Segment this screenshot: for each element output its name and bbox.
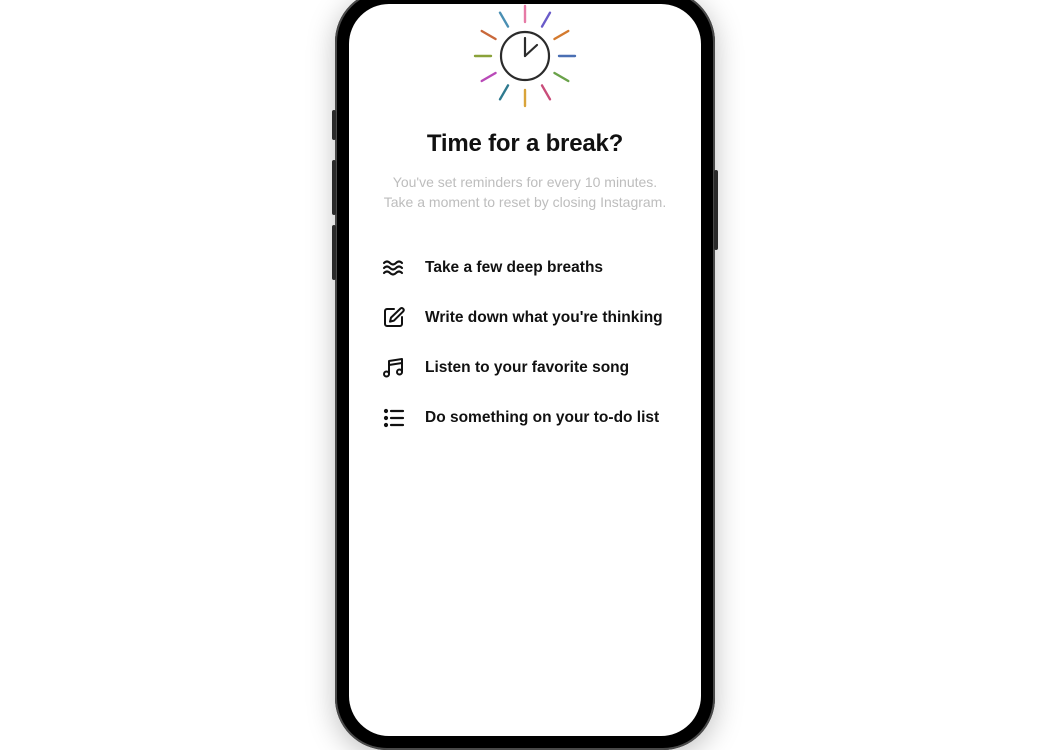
suggestion-label: Do something on your to-do list <box>425 409 659 427</box>
suggestions-list: Take a few deep breaths Write down what … <box>377 255 673 431</box>
suggestion-row-todo: Do something on your to-do list <box>381 405 673 431</box>
write-icon <box>381 305 407 331</box>
subtitle-line-1: You've set reminders for every 10 minute… <box>393 174 657 190</box>
phone-power-button <box>714 170 718 250</box>
phone-volume-up-button <box>332 160 336 215</box>
breath-icon <box>381 255 407 281</box>
suggestion-row-breath: Take a few deep breaths <box>381 255 673 281</box>
page-subtitle: You've set reminders for every 10 minute… <box>384 172 666 213</box>
suggestion-label: Take a few deep breaths <box>425 259 603 277</box>
phone-frame: Time for a break? You've set reminders f… <box>335 0 715 750</box>
clock-burst-icon <box>460 4 590 121</box>
phone-side-button <box>332 110 336 140</box>
list-icon <box>381 405 407 431</box>
suggestion-row-music: Listen to your favorite song <box>381 355 673 381</box>
phone-volume-down-button <box>332 225 336 280</box>
suggestion-label: Listen to your favorite song <box>425 359 629 377</box>
suggestion-label: Write down what you're thinking <box>425 309 663 327</box>
subtitle-line-2: Take a moment to reset by closing Instag… <box>384 194 666 210</box>
music-icon <box>381 355 407 381</box>
page-title: Time for a break? <box>427 130 623 158</box>
screen: Time for a break? You've set reminders f… <box>349 4 701 736</box>
suggestion-row-write: Write down what you're thinking <box>381 305 673 331</box>
clock-illustration <box>465 4 585 116</box>
